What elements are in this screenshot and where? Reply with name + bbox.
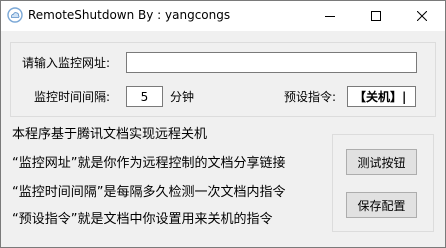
close-button[interactable] xyxy=(399,1,445,31)
description-line: “监控网址”就是你作为远程控制的文档分享链接 xyxy=(12,156,286,171)
maximize-button[interactable] xyxy=(353,1,399,31)
title-bar[interactable]: RemoteShutdown By : yangcongs xyxy=(1,1,445,31)
command-input[interactable] xyxy=(347,86,416,107)
description-line: “监控时间间隔”是每隔多久检测一次文档内指令 xyxy=(12,185,286,200)
app-cloud-icon xyxy=(7,7,23,23)
command-label: 预设指令: xyxy=(284,90,337,104)
minimize-icon xyxy=(325,16,335,17)
interval-unit: 分钟 xyxy=(170,90,195,104)
interval-input[interactable] xyxy=(126,86,163,107)
save-config-button[interactable]: 保存配置 xyxy=(346,192,417,218)
description-line: “预设指令”就是文档中你设置用来关机的指令 xyxy=(12,212,273,227)
minimize-button[interactable] xyxy=(307,1,353,31)
close-icon xyxy=(417,11,427,21)
url-label: 请输入监控网址: xyxy=(22,56,111,70)
main-window: RemoteShutdown By : yangcongs 请输入监控网址: 监… xyxy=(0,0,446,248)
description-line: 本程序基于腾讯文档实现远程关机 xyxy=(12,127,208,142)
maximize-icon xyxy=(371,11,381,21)
interval-label: 监控时间间隔: xyxy=(34,90,111,104)
test-button[interactable]: 测试按钮 xyxy=(346,149,417,175)
window-title: RemoteShutdown By : yangcongs xyxy=(28,8,231,22)
url-input[interactable] xyxy=(126,52,417,73)
